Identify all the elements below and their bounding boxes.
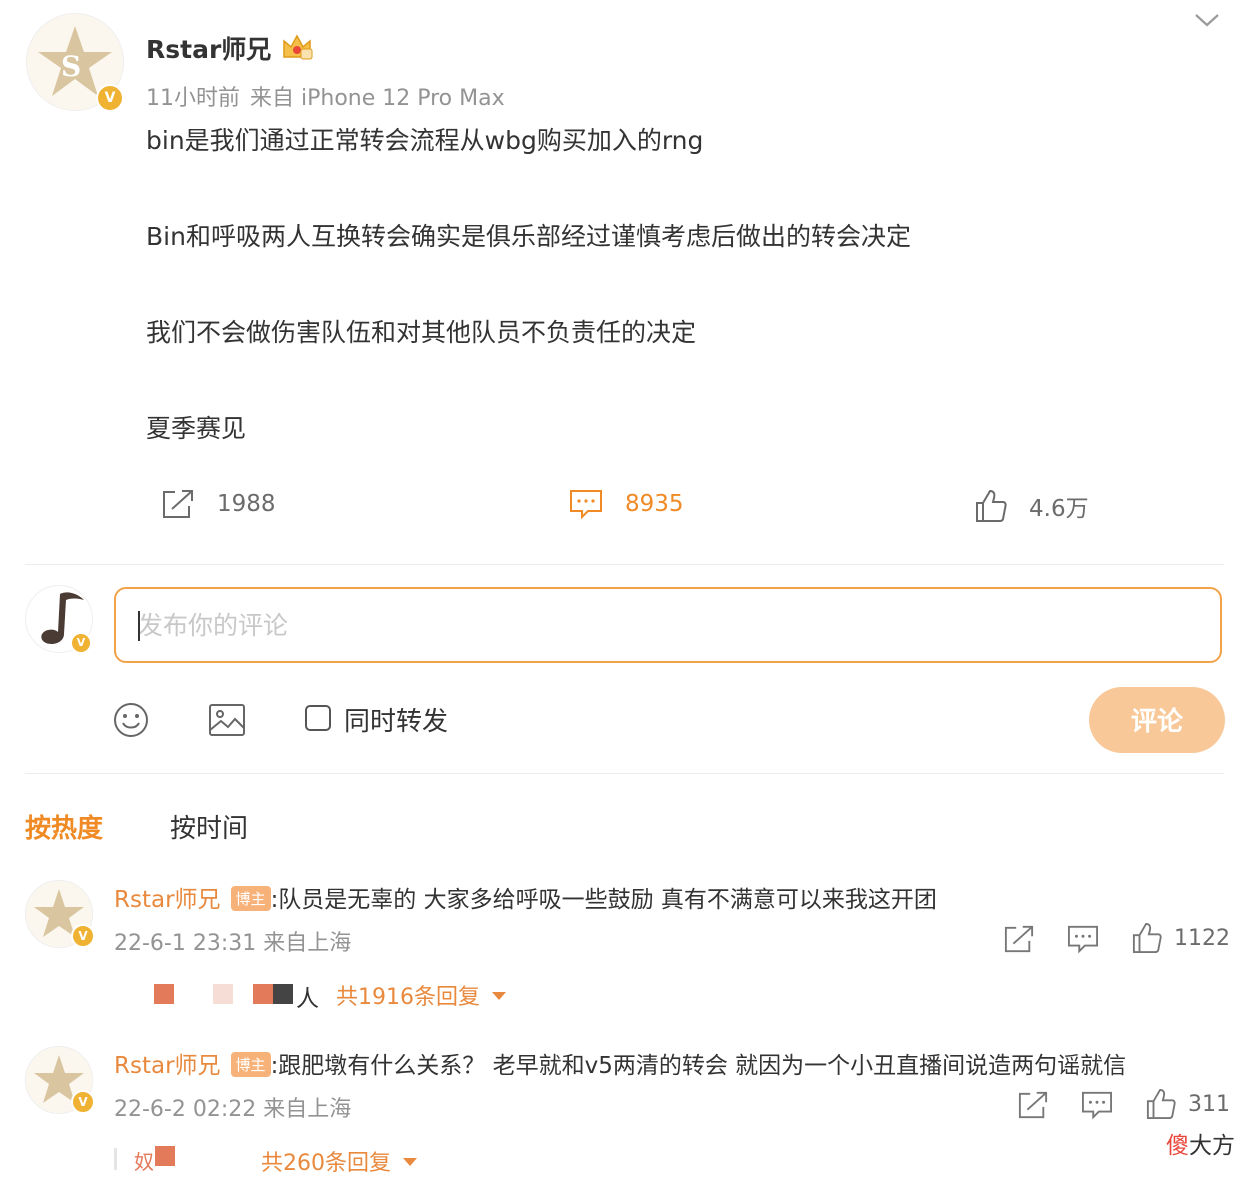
emoji-button[interactable] <box>113 702 149 742</box>
comment-input[interactable] <box>116 589 1176 661</box>
blogger-badge: 博主 <box>230 886 271 911</box>
comment-meta: 22-6-1 23:31 来自上海 <box>114 931 352 956</box>
comment-like-count: 1122 <box>1174 925 1230 951</box>
repost-icon <box>163 490 193 518</box>
text-caret <box>138 611 140 641</box>
reply-preview-thumb <box>154 984 174 1004</box>
emoji-icon <box>114 703 148 737</box>
tab-sort-time[interactable]: 按时间 <box>170 808 248 845</box>
comment-author[interactable]: Rstar师兄 <box>114 887 221 913</box>
post-time: 11小时前 <box>146 86 240 111</box>
comment-author[interactable]: Rstar师兄 <box>114 1053 221 1079</box>
reply-summary-link[interactable]: 共260条回复 <box>261 1145 417 1177</box>
repost-checkbox[interactable] <box>305 705 331 731</box>
post-source: 来自 iPhone 12 Pro Max <box>250 86 505 111</box>
post-meta: 11小时前 来自 iPhone 12 Pro Max <box>146 80 505 112</box>
tab-sort-hot[interactable]: 按热度 <box>25 808 103 845</box>
comment-like-button[interactable]: 1122 <box>1132 922 1230 954</box>
reply-preview-text: 奴 <box>134 1150 154 1174</box>
reply-preview-thumb <box>253 984 273 1004</box>
dropdown-triangle-icon <box>492 992 506 1000</box>
comment-meta: 22-6-2 02:22 来自上海 <box>114 1097 352 1122</box>
comment-button[interactable]: 8935 <box>569 488 684 520</box>
repost-icon <box>1018 1091 1048 1119</box>
repost-count: 1988 <box>217 491 276 517</box>
reply-summary-link[interactable]: 共1916条回复 <box>336 979 506 1011</box>
submit-comment-button[interactable]: 评论 <box>1089 687 1225 753</box>
crown-icon <box>281 33 313 61</box>
repost-checkbox-label[interactable]: 同时转发 <box>344 701 448 738</box>
comment-input-box[interactable] <box>114 587 1222 663</box>
post-paragraph: 我们不会做伤害队伍和对其他队员不负责任的决定 <box>146 318 697 347</box>
like-icon <box>1132 922 1162 953</box>
comment-reply-button[interactable] <box>1067 924 1099 958</box>
comment-text: :队员是无辜的 大家多给呼吸一些鼓励 真有不满意可以来我这开团 <box>270 887 937 913</box>
verified-badge-icon: V <box>96 84 124 112</box>
divider <box>25 564 1224 565</box>
comment-icon <box>570 490 602 520</box>
reply-preview-thumb <box>213 984 233 1004</box>
comment-count: 8935 <box>625 491 684 517</box>
chevron-down-icon[interactable] <box>1194 10 1220 30</box>
verified-badge-icon: V <box>71 1090 95 1114</box>
image-upload-button[interactable] <box>208 702 246 742</box>
like-button[interactable]: 4.6万 <box>975 489 1089 523</box>
verified-badge-icon: V <box>70 632 92 654</box>
comment-repost-button[interactable] <box>1017 1090 1049 1124</box>
comment-text: :跟肥墩有什么关系？ 老早就和v5两清的转会 就因为一个小丑直播间说造两句谣就信 <box>270 1053 1127 1079</box>
comment-icon <box>1068 925 1098 954</box>
overlay-rest: 大方 <box>1189 1133 1235 1159</box>
overlay-highlight: 傻 <box>1166 1133 1189 1159</box>
repost-icon <box>1004 925 1034 953</box>
reply-preview-bar <box>114 1148 117 1170</box>
dropdown-triangle-icon <box>403 1158 417 1166</box>
reply-summary-text: 共1916条回复 <box>336 985 480 1010</box>
reply-preview-thumb <box>155 1146 175 1166</box>
post-paragraph: 夏季赛见 <box>146 414 247 443</box>
repost-button[interactable]: 1988 <box>161 488 276 520</box>
comment-like-button[interactable]: 311 <box>1146 1088 1230 1120</box>
post-paragraph: Bin和呼吸两人互换转会确实是俱乐部经过谨慎考虑后做出的转会决定 <box>146 222 911 251</box>
comment-reply-button[interactable] <box>1081 1090 1113 1124</box>
like-count: 4.6万 <box>1029 496 1089 522</box>
reply-preview-thumb <box>273 984 293 1004</box>
divider <box>25 773 1224 774</box>
post-paragraph: bin是我们通过正常转会流程从wbg购买加入的rng <box>146 126 704 155</box>
blogger-badge: 博主 <box>230 1052 271 1077</box>
comment-body: Rstar师兄 博主:跟肥墩有什么关系？ 老早就和v5两清的转会 就因为一个小丑直… <box>114 1046 1126 1080</box>
comment-repost-button[interactable] <box>1003 924 1035 958</box>
like-icon <box>1146 1088 1176 1119</box>
verified-badge-icon: V <box>71 924 95 948</box>
comment-body: Rstar师兄 博主:队员是无辜的 大家多给呼吸一些鼓励 真有不满意可以来我这开团 <box>114 880 937 914</box>
comment-like-count: 311 <box>1188 1091 1230 1117</box>
like-icon <box>976 489 1007 522</box>
svg-text:S: S <box>61 50 81 83</box>
comment-icon <box>1082 1091 1112 1120</box>
reply-summary-text: 共260条回复 <box>261 1151 391 1176</box>
overlay-caption: 傻大方 <box>1166 1126 1235 1160</box>
post-author-name[interactable]: Rstar师兄 <box>146 30 271 66</box>
reply-preview-text: 人 <box>296 986 319 1012</box>
image-icon <box>209 704 245 736</box>
